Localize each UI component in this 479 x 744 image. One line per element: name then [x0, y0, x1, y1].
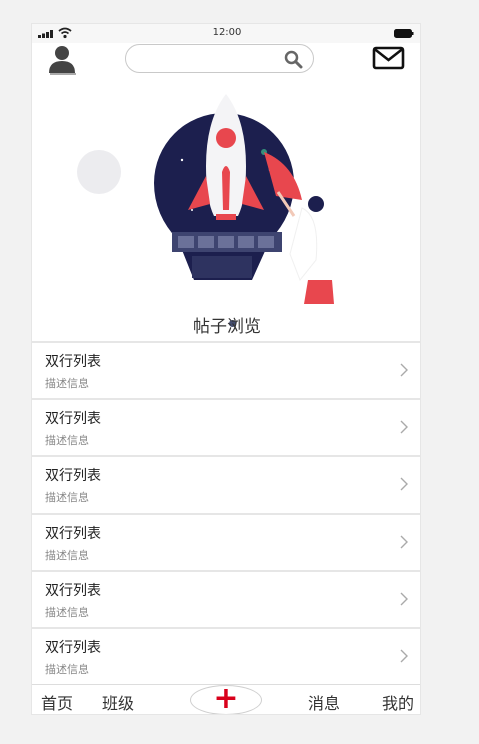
user-icon — [49, 46, 76, 75]
list-item-title: 双行列表 — [45, 411, 101, 428]
rocket-illustration — [77, 94, 334, 304]
list-item-title: 双行列表 — [45, 354, 101, 370]
chevron-right-icon — [400, 535, 408, 549]
chevron-right-icon — [400, 420, 408, 434]
phone-screen: 12:00 帖子浏览 双行列表 描述信息 双行列表 描述信息 双行列表 描述信息… — [31, 23, 421, 715]
list-item-title: 双行列表 — [45, 639, 101, 656]
plus-icon: + — [213, 681, 239, 715]
list-item-title: 双行列表 — [45, 468, 101, 485]
list-item-desc: 描述信息 — [45, 548, 89, 562]
list-item[interactable]: 双行列表 描述信息 — [32, 398, 420, 456]
mail-icon — [372, 46, 405, 70]
chevron-right-icon — [400, 477, 408, 491]
post-list: 双行列表 描述信息 双行列表 描述信息 双行列表 描述信息 双行列表 描述信息 … — [32, 341, 420, 685]
list-item[interactable]: 双行列表 描述信息 — [32, 341, 420, 399]
status-bar: 12:00 — [32, 24, 420, 43]
tab-class[interactable]: 班级 — [102, 690, 134, 714]
list-item[interactable]: 双行列表 描述信息 — [32, 569, 420, 627]
list-item-desc: 描述信息 — [45, 377, 89, 390]
tab-messages[interactable]: 消息 — [308, 690, 340, 714]
list-item[interactable]: 双行列表 描述信息 — [32, 626, 420, 685]
list-item[interactable]: 双行列表 描述信息 — [32, 455, 420, 513]
battery-icon — [394, 29, 414, 38]
list-item-desc: 描述信息 — [45, 662, 89, 676]
tab-home[interactable]: 首页 — [41, 690, 73, 714]
status-time: 12:00 — [212, 27, 242, 38]
list-item-desc: 描述信息 — [45, 491, 89, 505]
list-item-title: 双行列表 — [45, 525, 101, 542]
tab-me[interactable]: 我的 — [382, 690, 414, 714]
search-bar — [125, 44, 314, 73]
list-item-desc: 描述信息 — [45, 434, 89, 448]
add-post-button[interactable]: + — [190, 681, 262, 715]
banner-carousel[interactable] — [32, 80, 420, 327]
list-item-title: 双行列表 — [45, 582, 101, 599]
section-title: 帖子浏览 — [193, 317, 261, 337]
messages-button[interactable] — [372, 46, 406, 70]
search-input[interactable] — [138, 49, 278, 69]
search-icon[interactable] — [284, 50, 303, 69]
chevron-right-icon — [400, 649, 408, 663]
bottom-tab-bar: 首页 班级 + 消息 我的 — [32, 681, 420, 715]
list-item[interactable]: 双行列表 描述信息 — [32, 512, 420, 570]
profile-button[interactable] — [46, 44, 80, 78]
chevron-right-icon — [400, 363, 408, 377]
list-item-desc: 描述信息 — [45, 605, 89, 619]
chevron-right-icon — [400, 592, 408, 606]
